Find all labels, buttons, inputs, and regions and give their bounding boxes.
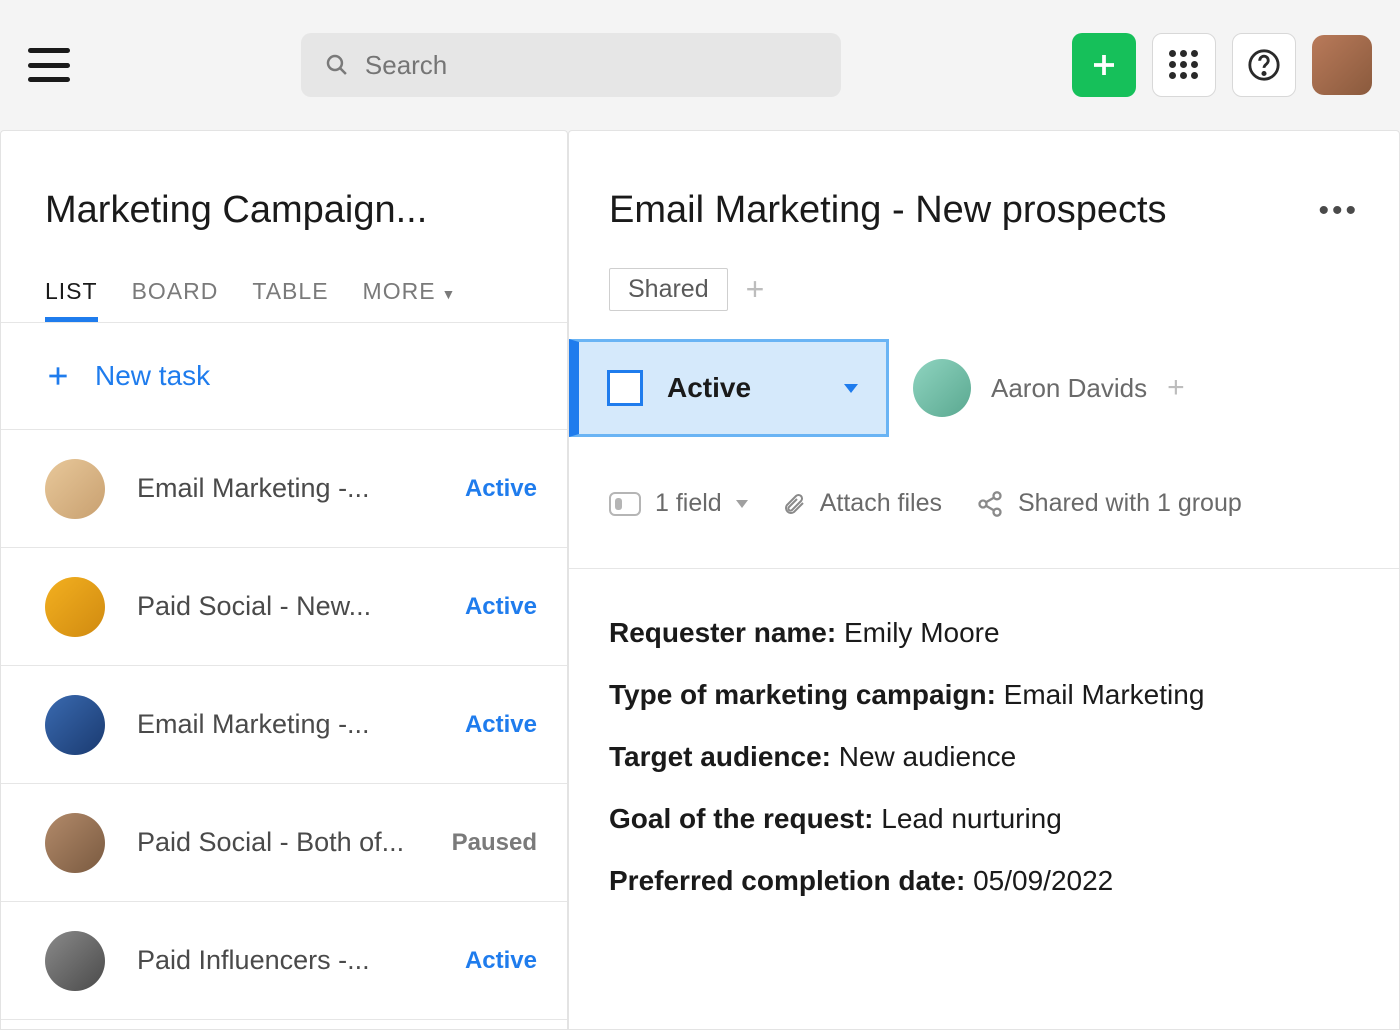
project-title: Marketing Campaign... <box>1 131 567 232</box>
field-date: Preferred completion date: 05/09/2022 <box>609 865 1359 897</box>
task-row[interactable]: Paid Social - New... Active <box>1 548 567 666</box>
user-avatar[interactable] <box>1312 35 1372 95</box>
task-avatar <box>45 931 105 991</box>
hamburger-menu[interactable] <box>28 48 70 82</box>
apps-button[interactable] <box>1152 33 1216 97</box>
search-icon <box>325 52 349 78</box>
task-avatar <box>45 813 105 873</box>
tab-list[interactable]: LIST <box>45 278 98 322</box>
field-requester: Requester name: Emily Moore <box>609 617 1359 649</box>
field-type: Type of marketing campaign: Email Market… <box>609 679 1359 711</box>
paperclip-icon <box>782 490 806 518</box>
task-row[interactable]: Paid Influencers -... Active <box>1 902 567 1020</box>
shared-with-label: Shared with 1 group <box>1018 489 1242 518</box>
new-task-label: New task <box>95 360 210 392</box>
add-shared-button[interactable]: + <box>746 271 765 308</box>
detail-title: Email Marketing - New prospects <box>609 189 1318 232</box>
tab-more[interactable]: MORE▼ <box>363 278 457 322</box>
chevron-down-icon: ▼ <box>442 286 457 302</box>
tab-board[interactable]: BOARD <box>132 278 219 322</box>
status-assignee-row: Active Aaron Davids + <box>569 339 1399 471</box>
assignee[interactable]: Aaron Davids + <box>913 359 1185 417</box>
task-title: Paid Influencers -... <box>137 945 433 976</box>
plus-icon <box>45 363 71 389</box>
create-button[interactable] <box>1072 33 1136 97</box>
field-goal: Goal of the request: Lead nurturing <box>609 803 1359 835</box>
search-wrap <box>86 33 1056 97</box>
detail-title-row: Email Marketing - New prospects ••• <box>569 131 1399 232</box>
left-pane: Marketing Campaign... LIST BOARD TABLE M… <box>0 130 568 1030</box>
task-row[interactable]: Paid Social - Both of... Paused <box>1 784 567 902</box>
task-title: Email Marketing -... <box>137 709 433 740</box>
add-assignee-button[interactable]: + <box>1167 371 1185 405</box>
share-button[interactable]: Shared with 1 group <box>976 489 1242 518</box>
task-avatar <box>45 459 105 519</box>
right-pane: Email Marketing - New prospects ••• Shar… <box>568 130 1400 1030</box>
assignee-avatar <box>913 359 971 417</box>
task-avatar <box>45 577 105 637</box>
task-row[interactable]: Email Marketing -... Active <box>1 666 567 784</box>
field-audience: Target audience: New audience <box>609 741 1359 773</box>
task-title: Email Marketing -... <box>137 473 433 504</box>
help-button[interactable] <box>1232 33 1296 97</box>
plus-icon <box>1089 50 1119 80</box>
chevron-down-icon <box>736 500 748 508</box>
status-selector[interactable]: Active <box>569 339 889 437</box>
fields-button[interactable]: 1 field <box>609 489 748 518</box>
task-status: Active <box>465 593 537 621</box>
search-input[interactable] <box>365 50 817 81</box>
status-checkbox[interactable] <box>607 370 643 406</box>
task-title: Paid Social - Both of... <box>137 827 420 858</box>
share-icon <box>976 490 1004 518</box>
task-row[interactable]: Email Marketing -... Active <box>1 430 567 548</box>
new-task-button[interactable]: New task <box>1 322 567 430</box>
task-status: Paused <box>452 829 537 857</box>
task-status: Active <box>465 475 537 503</box>
more-menu-icon[interactable]: ••• <box>1318 194 1359 228</box>
attach-button[interactable]: Attach files <box>782 489 942 518</box>
assignee-name: Aaron Davids <box>991 373 1147 404</box>
help-icon <box>1247 48 1281 82</box>
tab-table[interactable]: TABLE <box>252 278 328 322</box>
detail-body: Requester name: Emily Moore Type of mark… <box>569 569 1399 897</box>
apps-grid-icon <box>1169 50 1199 80</box>
task-avatar <box>45 695 105 755</box>
topbar <box>0 0 1400 130</box>
attach-label: Attach files <box>820 489 942 518</box>
search-box[interactable] <box>301 33 841 97</box>
task-status: Active <box>465 947 537 975</box>
field-count-label: 1 field <box>655 489 722 518</box>
view-tabs: LIST BOARD TABLE MORE▼ <box>1 232 567 322</box>
main-content: Marketing Campaign... LIST BOARD TABLE M… <box>0 130 1400 1030</box>
shared-row: Shared + <box>569 232 1399 339</box>
chevron-down-icon <box>844 384 858 393</box>
shared-pill[interactable]: Shared <box>609 268 728 311</box>
task-status: Active <box>465 711 537 739</box>
field-icon <box>609 492 641 516</box>
task-list: Email Marketing -... Active Paid Social … <box>1 430 567 1029</box>
task-title: Paid Social - New... <box>137 591 433 622</box>
meta-row: 1 field Attach files Shared with 1 group <box>569 471 1399 569</box>
status-label: Active <box>667 372 820 404</box>
